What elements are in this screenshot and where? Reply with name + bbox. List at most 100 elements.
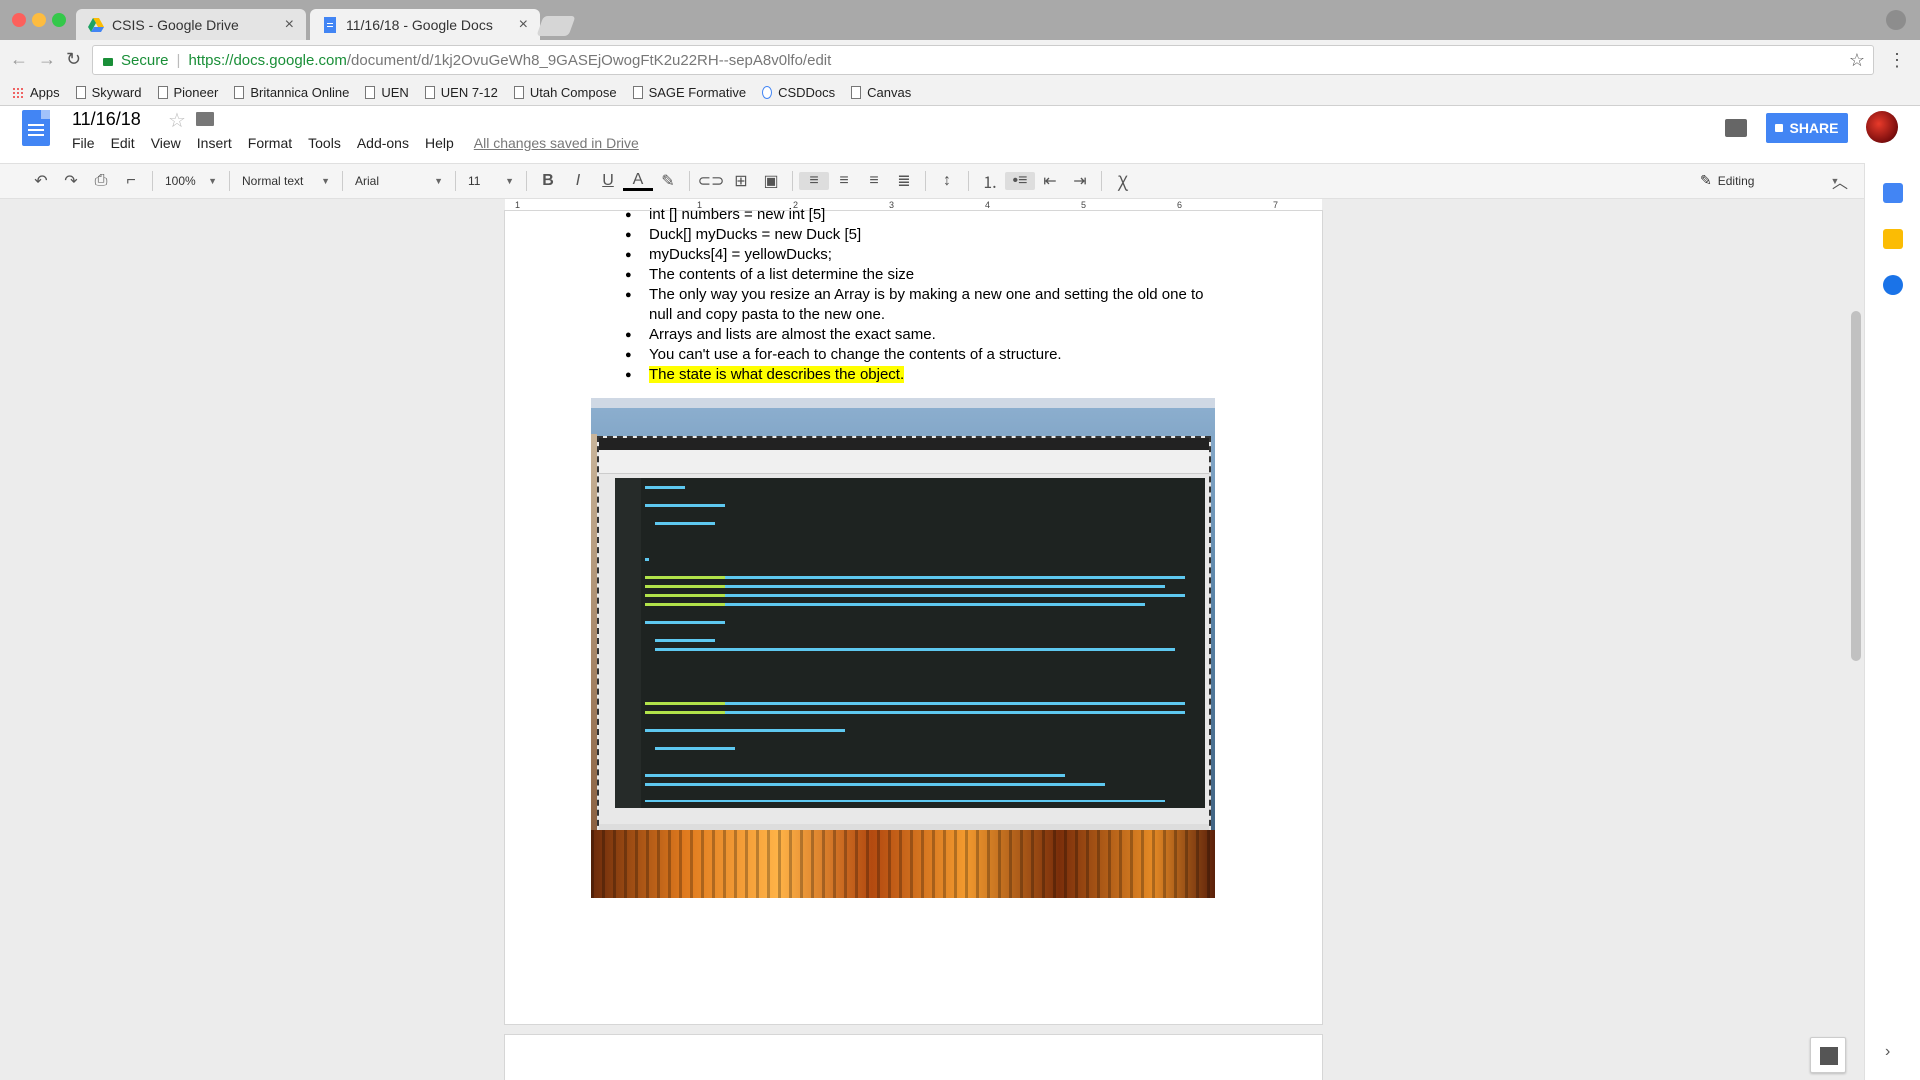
chevron-right-icon[interactable]: › <box>1885 1043 1890 1061</box>
align-left-icon[interactable]: ≡ <box>799 172 829 190</box>
bookmark-csddocs[interactable]: CSDDocs <box>762 85 835 100</box>
link-icon[interactable]: ⊂⊃ <box>696 171 726 191</box>
browser-menu-icon[interactable]: ⋮ <box>1888 50 1906 71</box>
line-spacing-icon[interactable]: ↕ <box>932 172 962 190</box>
browser-profile-icon[interactable] <box>1886 10 1906 30</box>
menu-format[interactable]: Format <box>248 135 292 151</box>
comments-icon[interactable] <box>1725 119 1747 137</box>
bookmark-uen-7-12[interactable]: UEN 7-12 <box>424 85 498 100</box>
print-icon[interactable]: ⎙ <box>86 172 116 190</box>
document-page[interactable]: int [] numbers = new int [5] Duck[] myDu… <box>505 205 1322 1024</box>
page-icon <box>365 86 376 99</box>
tab-google-drive[interactable]: CSIS - Google Drive × <box>76 9 306 40</box>
close-window-button[interactable] <box>12 13 26 27</box>
list-item[interactable]: The state is what describes the object. <box>625 365 1205 385</box>
italic-icon[interactable]: I <box>563 172 593 190</box>
underline-icon[interactable]: U <box>593 172 623 190</box>
editing-mode-select[interactable]: ✎ Editing ▼ <box>1700 172 1839 189</box>
paint-format-icon[interactable]: ⌐ <box>116 172 146 190</box>
undo-icon[interactable]: ↶ <box>26 171 56 191</box>
text-color-icon[interactable]: A <box>623 171 653 191</box>
menu-tools[interactable]: Tools <box>308 135 341 151</box>
style-select[interactable]: Normal text ▼ <box>236 174 336 188</box>
font-select[interactable]: Arial ▼ <box>349 174 449 188</box>
bold-icon[interactable]: B <box>533 172 563 190</box>
bookmark-skyward[interactable]: Skyward <box>75 85 142 100</box>
list-item[interactable]: The contents of a list determine the siz… <box>625 265 1205 285</box>
chevron-up-icon[interactable]: ︿ <box>1832 169 1848 193</box>
account-avatar[interactable] <box>1866 111 1898 143</box>
align-right-icon[interactable]: ≡ <box>859 172 889 190</box>
menu-view[interactable]: View <box>151 135 181 151</box>
bookmark-britannica[interactable]: Britannica Online <box>234 85 349 100</box>
align-center-icon[interactable]: ≡ <box>829 172 859 190</box>
align-justify-icon[interactable]: ≣ <box>889 171 919 191</box>
bookmark-label: Skyward <box>91 85 142 100</box>
bookmark-pioneer[interactable]: Pioneer <box>157 85 219 100</box>
share-button[interactable]: SHARE <box>1766 113 1848 143</box>
image-icon[interactable]: ▣ <box>756 171 786 191</box>
forward-arrow-icon[interactable]: → <box>38 49 56 70</box>
list-item[interactable]: myDucks[4] = yellowDucks; <box>625 245 1205 265</box>
list-item[interactable]: Arrays and lists are almost the exact sa… <box>625 325 1205 345</box>
zoom-value: 100% <box>165 174 196 188</box>
list-item[interactable]: The only way you resize an Array is by m… <box>625 285 1205 325</box>
comment-add-icon[interactable]: ⊞ <box>726 171 756 191</box>
new-tab-button[interactable] <box>536 16 576 36</box>
redo-icon[interactable]: ↷ <box>56 171 86 191</box>
close-tab-icon[interactable]: × <box>519 16 528 34</box>
bulleted-list-icon[interactable]: •≡ <box>1005 172 1035 190</box>
bookmark-sage-formative[interactable]: SAGE Formative <box>632 85 746 100</box>
calendar-icon[interactable] <box>1883 183 1903 203</box>
list-item[interactable]: You can't use a for-each to change the c… <box>625 345 1205 365</box>
bookmark-apps[interactable]: Apps <box>12 85 60 100</box>
embedded-screenshot-image[interactable] <box>591 398 1215 898</box>
menu-help[interactable]: Help <box>425 135 454 151</box>
lock-icon <box>1775 124 1784 132</box>
star-icon[interactable]: ☆ <box>168 108 186 133</box>
menu-edit[interactable]: Edit <box>111 135 135 151</box>
bookmark-label: Pioneer <box>173 85 219 100</box>
address-bar[interactable]: Secure | https://docs.google.com /docume… <box>92 45 1874 75</box>
increase-indent-icon[interactable]: ⇥ <box>1065 171 1095 191</box>
vertical-scrollbar[interactable] <box>1851 311 1861 661</box>
page-icon <box>513 86 524 99</box>
editing-mode-label: Editing <box>1717 173 1755 188</box>
bookmark-canvas[interactable]: Canvas <box>851 85 911 100</box>
bookmark-label: CSDDocs <box>778 85 836 100</box>
tab-title: 11/16/18 - Google Docs <box>346 16 493 33</box>
tasks-icon[interactable] <box>1883 275 1903 295</box>
page-icon <box>632 86 643 99</box>
font-size-select[interactable]: 11 ▼ <box>462 174 520 188</box>
menu-add-ons[interactable]: Add-ons <box>357 135 409 151</box>
list-item[interactable]: Duck[] myDucks = new Duck [5] <box>625 225 1205 245</box>
document-title[interactable]: 11/16/18 <box>72 109 141 130</box>
highlight-color-icon[interactable]: ✎ <box>653 171 683 191</box>
list-item[interactable]: int [] numbers = new int [5] <box>625 205 1205 225</box>
docs-header: 11/16/18 ☆ File Edit View Insert Format … <box>0 107 1920 163</box>
bookmark-star-icon[interactable]: ☆ <box>1849 50 1865 71</box>
folder-icon[interactable] <box>196 112 214 126</box>
divider <box>968 171 969 191</box>
save-status-link[interactable]: All changes saved in Drive <box>474 135 639 151</box>
next-document-page[interactable] <box>505 1035 1322 1080</box>
lock-icon <box>103 58 113 66</box>
clear-formatting-icon[interactable]: Ꭓ <box>1108 170 1138 192</box>
tab-google-docs[interactable]: 11/16/18 - Google Docs × <box>310 9 540 40</box>
menu-file[interactable]: File <box>72 135 95 151</box>
zoom-window-button[interactable] <box>52 13 66 27</box>
menu-insert[interactable]: Insert <box>197 135 232 151</box>
explore-button[interactable] <box>1810 1037 1846 1073</box>
bookmark-label: UEN <box>381 85 409 100</box>
reload-icon[interactable]: ↻ <box>66 49 81 70</box>
keep-icon[interactable] <box>1883 229 1903 249</box>
zoom-select[interactable]: 100% ▼ <box>159 174 223 188</box>
back-arrow-icon[interactable]: ← <box>10 49 28 70</box>
bookmark-uen[interactable]: UEN <box>365 85 409 100</box>
decrease-indent-icon[interactable]: ⇤ <box>1035 171 1065 191</box>
bookmark-utah-compose[interactable]: Utah Compose <box>513 85 617 100</box>
close-tab-icon[interactable]: × <box>285 16 294 34</box>
numbered-list-icon[interactable]: ⒈ <box>975 169 1005 193</box>
google-docs-logo-icon[interactable] <box>22 110 50 146</box>
minimize-window-button[interactable] <box>32 13 46 27</box>
